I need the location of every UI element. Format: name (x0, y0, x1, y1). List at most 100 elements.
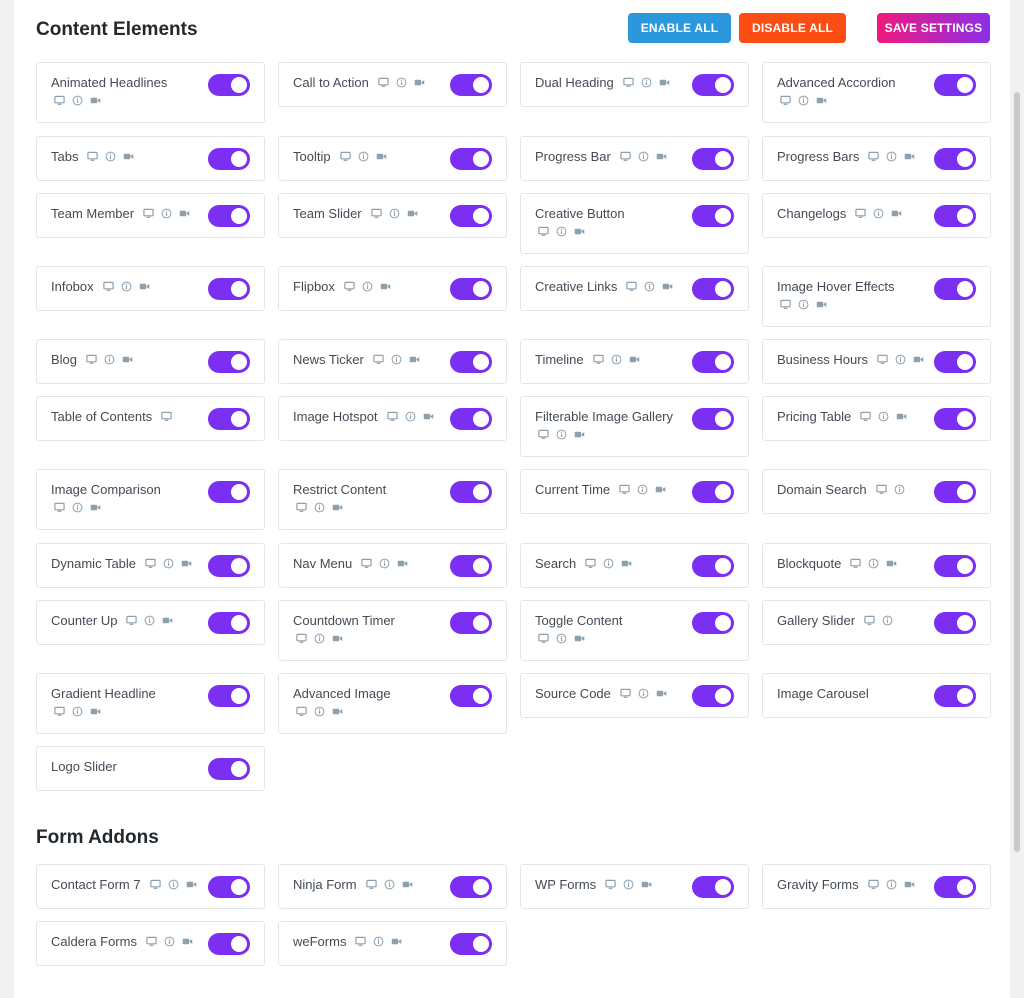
toggle-source-code[interactable] (692, 685, 734, 707)
desktop-icon[interactable] (339, 151, 351, 162)
toggle-creative-links[interactable] (692, 278, 734, 300)
desktop-icon[interactable] (605, 879, 616, 890)
info-icon[interactable] (373, 936, 384, 947)
info-icon[interactable] (314, 502, 325, 513)
desktop-icon[interactable] (780, 299, 791, 310)
info-icon[interactable] (161, 208, 172, 219)
desktop-icon[interactable] (875, 484, 887, 495)
toggle-image-carousel[interactable] (934, 685, 976, 707)
info-icon[interactable] (105, 151, 116, 162)
desktop-icon[interactable] (386, 411, 398, 422)
info-icon[interactable] (405, 411, 416, 422)
info-icon[interactable] (396, 77, 407, 88)
video-icon[interactable] (332, 706, 343, 717)
info-icon[interactable] (868, 558, 879, 569)
toggle-flipbox[interactable] (450, 278, 492, 300)
info-icon[interactable] (362, 281, 373, 292)
desktop-icon[interactable] (619, 484, 630, 495)
video-icon[interactable] (655, 484, 666, 495)
video-icon[interactable] (402, 879, 413, 890)
info-icon[interactable] (798, 299, 809, 310)
toggle-filterable-image-gallery[interactable] (692, 408, 734, 430)
info-icon[interactable] (384, 879, 395, 890)
toggle-dynamic-table[interactable] (208, 555, 250, 577)
desktop-icon[interactable] (538, 633, 549, 644)
video-icon[interactable] (816, 299, 827, 310)
info-icon[interactable] (72, 95, 83, 106)
desktop-icon[interactable] (378, 77, 389, 88)
desktop-icon[interactable] (365, 879, 377, 890)
video-icon[interactable] (886, 558, 897, 569)
video-icon[interactable] (574, 633, 585, 644)
toggle-creative-button[interactable] (692, 205, 734, 227)
toggle-current-time[interactable] (692, 481, 734, 503)
info-icon[interactable] (611, 354, 622, 365)
video-icon[interactable] (179, 208, 190, 219)
info-icon[interactable] (163, 558, 174, 569)
desktop-icon[interactable] (850, 558, 862, 569)
toggle-weforms[interactable] (450, 933, 492, 955)
toggle-table-of-contents[interactable] (208, 408, 250, 430)
info-icon[interactable] (389, 208, 400, 219)
video-icon[interactable] (90, 706, 101, 717)
info-icon[interactable] (886, 151, 897, 162)
toggle-tooltip[interactable] (450, 148, 492, 170)
toggle-progress-bar[interactable] (692, 148, 734, 170)
toggle-pricing-table[interactable] (934, 408, 976, 430)
desktop-icon[interactable] (868, 151, 880, 162)
disable-all-button[interactable]: DISABLE ALL (739, 13, 846, 43)
toggle-nav-menu[interactable] (450, 555, 492, 577)
desktop-icon[interactable] (87, 151, 99, 162)
desktop-icon[interactable] (620, 688, 631, 699)
info-icon[interactable] (72, 706, 83, 717)
desktop-icon[interactable] (867, 879, 879, 890)
desktop-icon[interactable] (623, 77, 634, 88)
save-settings-button[interactable]: SAVE SETTINGS (877, 13, 990, 43)
desktop-icon[interactable] (296, 633, 307, 644)
desktop-icon[interactable] (161, 411, 172, 422)
toggle-blockquote[interactable] (934, 555, 976, 577)
toggle-dual-heading[interactable] (692, 74, 734, 96)
desktop-icon[interactable] (877, 354, 888, 365)
info-icon[interactable] (878, 411, 889, 422)
info-icon[interactable] (641, 77, 652, 88)
info-icon[interactable] (391, 354, 402, 365)
desktop-icon[interactable] (126, 615, 138, 626)
toggle-ninja-form[interactable] (450, 876, 492, 898)
toggle-team-slider[interactable] (450, 205, 492, 227)
info-icon[interactable] (603, 558, 614, 569)
desktop-icon[interactable] (145, 558, 156, 569)
info-icon[interactable] (638, 688, 649, 699)
desktop-icon[interactable] (54, 95, 65, 106)
toggle-advanced-image[interactable] (450, 685, 492, 707)
video-icon[interactable] (162, 615, 173, 626)
desktop-icon[interactable] (344, 281, 355, 292)
toggle-search[interactable] (692, 555, 734, 577)
info-icon[interactable] (638, 151, 649, 162)
video-icon[interactable] (896, 411, 907, 422)
toggle-domain-search[interactable] (934, 481, 976, 503)
desktop-icon[interactable] (626, 281, 638, 292)
desktop-icon[interactable] (355, 936, 367, 947)
video-icon[interactable] (139, 281, 150, 292)
info-icon[interactable] (168, 879, 179, 890)
toggle-animated-headlines[interactable] (208, 74, 250, 96)
video-icon[interactable] (380, 281, 391, 292)
toggle-countdown-timer[interactable] (450, 612, 492, 634)
video-icon[interactable] (122, 354, 133, 365)
info-icon[interactable] (556, 226, 567, 237)
desktop-icon[interactable] (102, 281, 114, 292)
video-icon[interactable] (407, 208, 418, 219)
video-icon[interactable] (90, 502, 101, 513)
desktop-icon[interactable] (864, 615, 875, 626)
toggle-counter-up[interactable] (208, 612, 250, 634)
desktop-icon[interactable] (620, 151, 631, 162)
video-icon[interactable] (186, 879, 197, 890)
video-icon[interactable] (181, 558, 192, 569)
info-icon[interactable] (379, 558, 390, 569)
video-icon[interactable] (123, 151, 134, 162)
desktop-icon[interactable] (86, 354, 97, 365)
video-icon[interactable] (816, 95, 827, 106)
info-icon[interactable] (314, 706, 325, 717)
toggle-blog[interactable] (208, 351, 250, 373)
